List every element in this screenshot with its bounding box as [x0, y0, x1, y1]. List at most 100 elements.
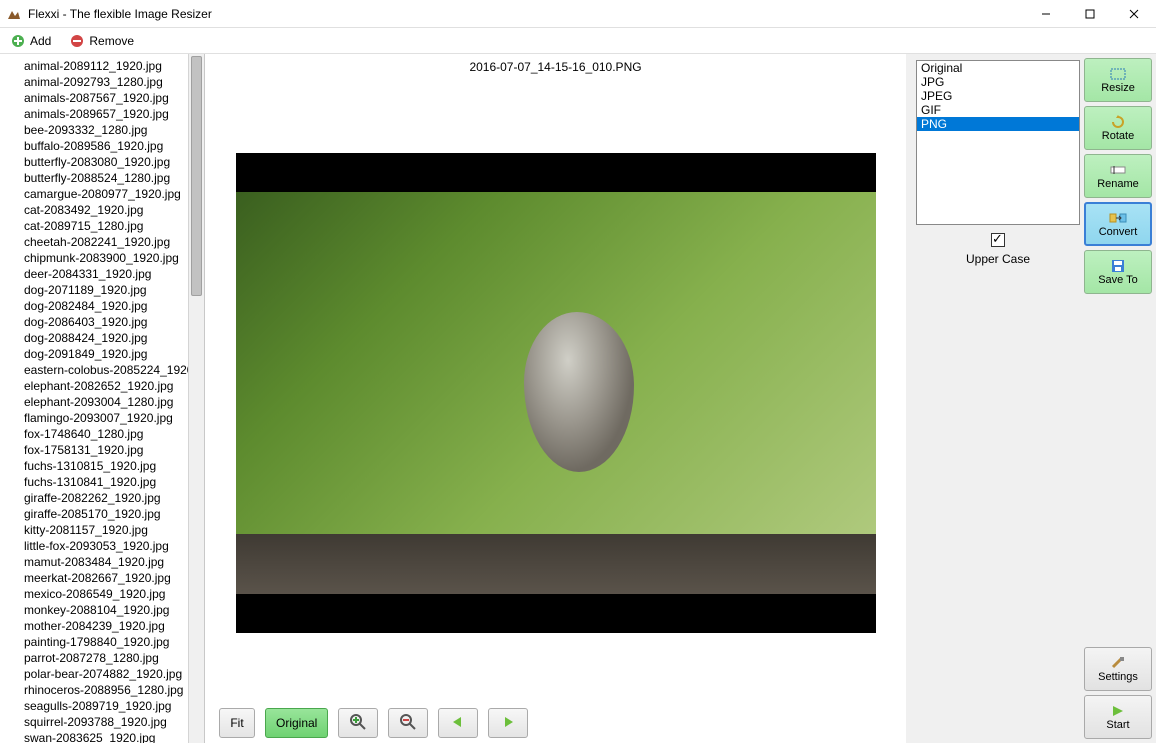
file-item[interactable]: deer-2084331_1920.jpg [4, 266, 188, 282]
file-item[interactable]: polar-bear-2074882_1920.jpg [4, 666, 188, 682]
file-item[interactable]: elephant-2093004_1280.jpg [4, 394, 188, 410]
rotate-icon [1109, 115, 1127, 129]
file-item[interactable]: monkey-2088104_1920.jpg [4, 602, 188, 618]
upper-case-checkbox[interactable] [991, 233, 1005, 247]
fit-button[interactable]: Fit [219, 708, 255, 738]
resize-button[interactable]: Resize [1084, 58, 1152, 102]
file-item[interactable]: dog-2086403_1920.jpg [4, 314, 188, 330]
format-option[interactable]: GIF [917, 103, 1079, 117]
preview-caption: 2016-07-07_14-15-16_010.PNG [213, 54, 898, 82]
file-item[interactable]: fox-1748640_1280.jpg [4, 426, 188, 442]
file-item[interactable]: giraffe-2082262_1920.jpg [4, 490, 188, 506]
file-item[interactable]: eastern-colobus-2085224_1920.jpg [4, 362, 188, 378]
preview-toolbar: Fit Original [213, 703, 898, 743]
file-item[interactable]: butterfly-2083080_1920.jpg [4, 154, 188, 170]
file-item[interactable]: mother-2084239_1920.jpg [4, 618, 188, 634]
file-item[interactable]: cat-2089715_1280.jpg [4, 218, 188, 234]
file-item[interactable]: mamut-2083484_1920.jpg [4, 554, 188, 570]
scrollbar-thumb[interactable] [191, 56, 202, 296]
file-item[interactable]: parrot-2087278_1280.jpg [4, 650, 188, 666]
remove-icon [69, 33, 85, 49]
file-item[interactable]: painting-1798840_1920.jpg [4, 634, 188, 650]
file-item[interactable]: dog-2071189_1920.jpg [4, 282, 188, 298]
file-item[interactable]: buffalo-2089586_1920.jpg [4, 138, 188, 154]
file-item[interactable]: cat-2083492_1920.jpg [4, 202, 188, 218]
convert-button[interactable]: Convert [1084, 202, 1152, 246]
minimize-button[interactable] [1024, 0, 1068, 27]
right-panel: OriginalJPGJPEGGIFPNG Upper Case Resize … [906, 54, 1156, 743]
file-item[interactable]: little-fox-2093053_1920.jpg [4, 538, 188, 554]
file-item[interactable]: dog-2082484_1920.jpg [4, 298, 188, 314]
zoom-out-icon [399, 713, 417, 734]
window-title: Flexxi - The flexible Image Resizer [28, 7, 1024, 21]
format-option[interactable]: JPG [917, 75, 1079, 89]
file-item[interactable]: meerkat-2082667_1920.jpg [4, 570, 188, 586]
file-item[interactable]: cheetah-2082241_1920.jpg [4, 234, 188, 250]
toolbar: Add Remove [0, 28, 1156, 54]
resize-icon [1109, 67, 1127, 81]
file-item[interactable]: chipmunk-2083900_1920.jpg [4, 250, 188, 266]
file-item[interactable]: swan-2083625_1920.jpg [4, 730, 188, 743]
next-button[interactable] [488, 708, 528, 738]
upper-case-label: Upper Case [966, 252, 1030, 266]
file-item[interactable]: animal-2092793_1280.jpg [4, 74, 188, 90]
file-list-scrollbar[interactable] [188, 54, 204, 743]
title-bar: Flexxi - The flexible Image Resizer [0, 0, 1156, 28]
preview-image [236, 192, 876, 594]
zoom-in-icon [349, 713, 367, 734]
file-item[interactable]: fuchs-1310841_1920.jpg [4, 474, 188, 490]
file-item[interactable]: giraffe-2085170_1920.jpg [4, 506, 188, 522]
remove-label: Remove [89, 34, 134, 48]
rotate-button[interactable]: Rotate [1084, 106, 1152, 150]
rename-button[interactable]: Rename [1084, 154, 1152, 198]
convert-icon [1109, 211, 1127, 225]
file-list[interactable]: animal-2089112_1920.jpganimal-2092793_12… [0, 54, 188, 743]
close-button[interactable] [1112, 0, 1156, 27]
start-icon [1109, 704, 1127, 718]
upper-case-option[interactable]: Upper Case [916, 233, 1080, 266]
preview-panel: 2016-07-07_14-15-16_010.PNG Fit Original [205, 54, 906, 743]
file-item[interactable]: dog-2091849_1920.jpg [4, 346, 188, 362]
save-to-button[interactable]: Save To [1084, 250, 1152, 294]
maximize-button[interactable] [1068, 0, 1112, 27]
file-item[interactable]: seagulls-2089719_1920.jpg [4, 698, 188, 714]
remove-button[interactable]: Remove [65, 31, 138, 51]
file-item[interactable]: animals-2087567_1920.jpg [4, 90, 188, 106]
arrow-left-icon [449, 715, 467, 732]
file-item[interactable]: rhinoceros-2088956_1280.jpg [4, 682, 188, 698]
file-item[interactable]: fox-1758131_1920.jpg [4, 442, 188, 458]
settings-button[interactable]: Settings [1084, 647, 1152, 691]
rename-icon [1109, 163, 1127, 177]
action-sidebar: Resize Rotate Rename Convert Save To S [1084, 54, 1156, 743]
zoom-in-button[interactable] [338, 708, 378, 738]
zoom-out-button[interactable] [388, 708, 428, 738]
file-item[interactable]: mexico-2086549_1920.jpg [4, 586, 188, 602]
file-item[interactable]: camargue-2080977_1920.jpg [4, 186, 188, 202]
format-option[interactable]: PNG [917, 117, 1079, 131]
format-option[interactable]: Original [917, 61, 1079, 75]
file-item[interactable]: animal-2089112_1920.jpg [4, 58, 188, 74]
original-button[interactable]: Original [265, 708, 328, 738]
arrow-right-icon [499, 715, 517, 732]
file-item[interactable]: squirrel-2093788_1920.jpg [4, 714, 188, 730]
plus-icon [10, 33, 26, 49]
file-list-panel: animal-2089112_1920.jpganimal-2092793_12… [0, 54, 205, 743]
file-item[interactable]: bee-2093332_1280.jpg [4, 122, 188, 138]
file-item[interactable]: butterfly-2088524_1280.jpg [4, 170, 188, 186]
file-item[interactable]: fuchs-1310815_1920.jpg [4, 458, 188, 474]
settings-icon [1109, 656, 1127, 670]
file-item[interactable]: kitty-2081157_1920.jpg [4, 522, 188, 538]
preview-frame [236, 153, 876, 633]
add-label: Add [30, 34, 51, 48]
file-item[interactable]: flamingo-2093007_1920.jpg [4, 410, 188, 426]
format-option[interactable]: JPEG [917, 89, 1079, 103]
prev-button[interactable] [438, 708, 478, 738]
format-list[interactable]: OriginalJPGJPEGGIFPNG [916, 60, 1080, 225]
start-button[interactable]: Start [1084, 695, 1152, 739]
file-item[interactable]: elephant-2082652_1920.jpg [4, 378, 188, 394]
add-button[interactable]: Add [6, 31, 55, 51]
save-icon [1109, 259, 1127, 273]
app-icon [6, 6, 22, 22]
file-item[interactable]: dog-2088424_1920.jpg [4, 330, 188, 346]
file-item[interactable]: animals-2089657_1920.jpg [4, 106, 188, 122]
